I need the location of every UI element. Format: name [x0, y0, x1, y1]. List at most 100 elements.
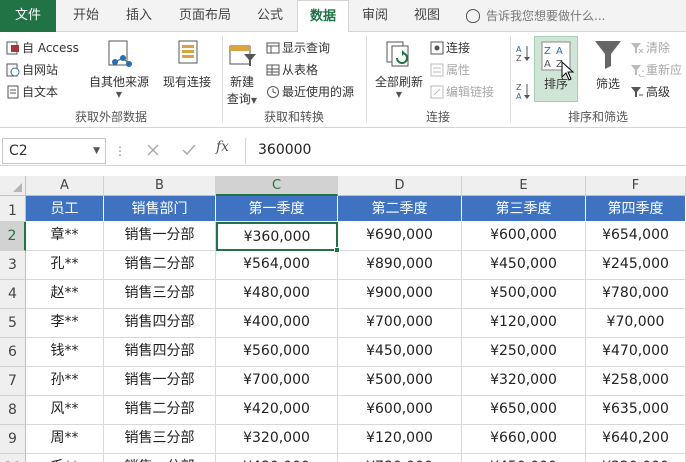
table-cell[interactable]: 销售二分部 [104, 396, 216, 425]
table-cell[interactable]: ¥245,000 [586, 251, 686, 280]
table-cell[interactable]: ¥635,000 [586, 396, 686, 425]
row-header-8[interactable]: 8 [0, 396, 26, 425]
table-cell[interactable]: ¥650,000 [462, 396, 586, 425]
table-cell[interactable]: ¥560,000 [216, 338, 338, 367]
table-cell[interactable]: ¥480,000 [216, 280, 338, 309]
sort-descending-button[interactable]: ZA [516, 82, 530, 102]
table-cell[interactable]: 钱** [26, 338, 104, 367]
row-header-5[interactable]: 5 [0, 309, 26, 338]
table-cell[interactable]: ¥258,000 [586, 367, 686, 396]
table-cell[interactable]: ¥660,000 [462, 425, 586, 454]
table-cell[interactable]: ¥654,000 [586, 222, 686, 251]
column-header-d[interactable]: D [338, 176, 462, 196]
new-query-button[interactable]: 新建 查询▼ [222, 38, 262, 107]
table-cell[interactable]: 风** [26, 396, 104, 425]
from-table-button[interactable]: 从表格 [266, 60, 318, 80]
table-cell[interactable]: ¥900,000 [338, 280, 462, 309]
table-cell[interactable]: ¥500,000 [462, 280, 586, 309]
table-header-cell[interactable]: 员工 [26, 196, 104, 222]
from-other-sources-button[interactable]: 自其他来源 ▼ [86, 38, 152, 99]
tab-insert[interactable]: 插入 [114, 0, 164, 32]
table-cell[interactable]: ¥700,000 [216, 367, 338, 396]
confirm-edit-button[interactable] [176, 140, 202, 162]
table-cell[interactable]: ¥120,000 [462, 309, 586, 338]
table-cell[interactable]: 孔** [26, 251, 104, 280]
table-cell[interactable]: ¥780,000 [338, 454, 462, 462]
table-cell[interactable]: ¥400,000 [216, 309, 338, 338]
advanced-filter-button[interactable]: 高级 [630, 82, 670, 102]
reapply-filter-button[interactable]: 重新应 [630, 60, 682, 80]
table-cell[interactable]: 销售四分部 [104, 309, 216, 338]
table-cell[interactable]: ¥500,000 [338, 367, 462, 396]
table-header-cell[interactable]: 销售部门 [104, 196, 216, 222]
table-cell[interactable]: 销售二分部 [104, 251, 216, 280]
tell-me-search[interactable]: 告诉我您想要做什么... [466, 0, 605, 32]
table-cell[interactable]: 销售一分部 [104, 222, 216, 251]
table-cell[interactable]: ¥600,000 [338, 396, 462, 425]
name-box[interactable]: C2 ▼ [2, 138, 106, 164]
table-cell[interactable]: ¥320,000 [216, 425, 338, 454]
row-header-7[interactable]: 7 [0, 367, 26, 396]
table-cell[interactable]: 章** [26, 222, 104, 251]
table-cell[interactable]: ¥600,000 [462, 222, 586, 251]
table-cell[interactable]: ¥480,000 [216, 454, 338, 462]
filter-button[interactable]: 筛选 [588, 38, 628, 92]
chevron-down-icon[interactable]: ▼ [93, 139, 100, 163]
tab-data[interactable]: 数据 [297, 0, 349, 33]
tab-review[interactable]: 审阅 [351, 0, 399, 32]
formula-input[interactable]: 360000 [245, 138, 685, 164]
table-header-cell[interactable]: 第二季度 [338, 196, 462, 222]
show-queries-button[interactable]: 显示查询 [266, 38, 330, 58]
table-cell[interactable]: 李** [26, 309, 104, 338]
row-header-9[interactable]: 9 [0, 425, 26, 454]
table-cell[interactable]: 赵** [26, 280, 104, 309]
table-cell[interactable]: ¥564,000 [216, 251, 338, 280]
row-header-4[interactable]: 4 [0, 280, 26, 309]
table-cell[interactable]: 销售四分部 [104, 338, 216, 367]
table-header-cell[interactable]: 第四季度 [586, 196, 686, 222]
row-header-2[interactable]: 2 [0, 222, 26, 251]
table-cell[interactable]: 周** [26, 425, 104, 454]
properties-button[interactable]: 属性 [430, 60, 470, 80]
table-cell[interactable]: ¥470,000 [586, 338, 686, 367]
table-header-cell[interactable]: 第一季度 [216, 196, 338, 222]
table-cell[interactable]: ¥780,000 [586, 280, 686, 309]
table-cell[interactable]: 孙** [26, 367, 104, 396]
active-cell[interactable]: ¥360,000 [216, 222, 338, 251]
column-header-c[interactable]: C [216, 176, 338, 196]
column-header-e[interactable]: E [462, 176, 586, 196]
row-header-3[interactable]: 3 [0, 251, 26, 280]
table-cell[interactable]: 毛** [26, 454, 104, 462]
table-cell[interactable]: ¥690,000 [338, 222, 462, 251]
table-cell[interactable]: ¥450,000 [462, 251, 586, 280]
table-header-cell[interactable]: 第三季度 [462, 196, 586, 222]
table-cell[interactable]: ¥420,000 [216, 396, 338, 425]
tab-page-layout[interactable]: 页面布局 [166, 0, 244, 32]
table-cell[interactable]: ¥320,000 [462, 367, 586, 396]
more-options-icon[interactable]: ⋮ [114, 140, 126, 162]
table-cell[interactable]: 销售三分部 [104, 280, 216, 309]
table-cell[interactable]: ¥890,000 [338, 251, 462, 280]
table-cell[interactable]: ¥120,000 [338, 425, 462, 454]
table-cell[interactable]: ¥450,000 [338, 338, 462, 367]
fill-handle[interactable] [334, 247, 340, 253]
existing-connections-button[interactable]: 现有连接 [158, 38, 216, 90]
row-header-10[interactable]: 10 [0, 454, 26, 462]
row-header-1[interactable]: 1 [0, 196, 26, 222]
select-all-button[interactable] [0, 176, 26, 196]
clear-filter-button[interactable]: 清除 [630, 38, 670, 58]
table-cell[interactable]: 销售三分部 [104, 425, 216, 454]
tab-view[interactable]: 视图 [403, 0, 451, 32]
sort-ascending-button[interactable]: AZ [516, 44, 530, 64]
table-cell[interactable]: ¥700,000 [338, 309, 462, 338]
cancel-edit-button[interactable] [140, 140, 166, 162]
table-cell[interactable]: 销售一分部 [104, 367, 216, 396]
tab-file[interactable]: 文件 [0, 0, 56, 32]
column-header-f[interactable]: F [586, 176, 686, 196]
from-text-button[interactable]: 自文本 [6, 82, 58, 102]
table-cell[interactable]: ¥320,000 [586, 454, 686, 462]
table-cell[interactable]: ¥250,000 [462, 338, 586, 367]
sort-button[interactable]: ZAAZ 排序 [534, 36, 578, 102]
from-access-button[interactable]: 自 Access [6, 38, 79, 58]
table-cell[interactable]: 销售一分部 [104, 454, 216, 462]
